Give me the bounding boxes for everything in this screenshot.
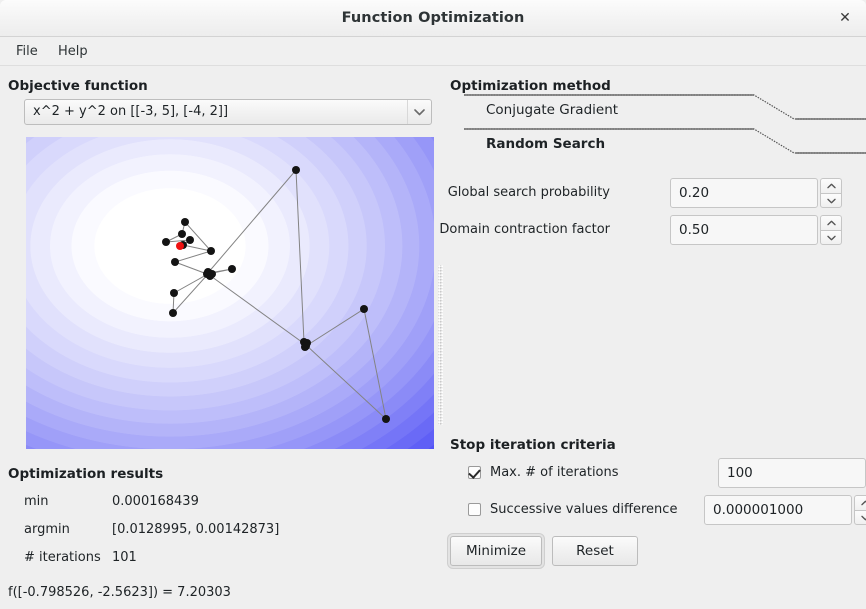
result-key: argmin: [24, 522, 70, 537]
spinner-buttons: [820, 178, 842, 208]
result-key: min: [24, 494, 49, 509]
right-panel: Optimization method Conjugate Gradient R…: [439, 66, 866, 609]
objective-function-label: Objective function: [8, 78, 148, 94]
successive-values-label[interactable]: Successive values difference: [490, 495, 677, 525]
optimization-results-label: Optimization results: [8, 466, 164, 482]
contour-plot[interactable]: [26, 137, 434, 449]
spinner-value[interactable]: 100: [718, 458, 866, 488]
menu-bar: File Help: [0, 37, 866, 66]
method-label[interactable]: Random Search: [486, 131, 605, 158]
menu-item-help[interactable]: Help: [50, 37, 96, 66]
stop-criteria-label: Stop iteration criteria: [450, 437, 616, 453]
result-value: [0.0128995, 0.00142873]: [112, 522, 280, 537]
stop-criteria-row-max-iterations: Max. # of iterations 100: [468, 458, 866, 488]
successive-values-spinner[interactable]: 0.000001000: [704, 495, 866, 525]
chevron-up-icon[interactable]: [854, 495, 866, 510]
spinner-buttons: [820, 215, 842, 245]
close-icon[interactable]: ✕: [834, 8, 856, 29]
minimize-button[interactable]: Minimize: [450, 536, 542, 566]
title-bar: Function Optimization ✕: [0, 0, 866, 37]
reset-button[interactable]: Reset: [552, 536, 638, 566]
result-value: 101: [112, 550, 137, 565]
param-row-domain-contraction-factor: Domain contraction factor 0.50: [439, 215, 842, 245]
stop-criteria-row-successive-values: Successive values difference 0.000001000: [468, 495, 866, 525]
method-item-conjugate-gradient[interactable]: Conjugate Gradient: [464, 94, 866, 126]
menu-item-file[interactable]: File: [8, 37, 46, 66]
global-search-probability-spinner[interactable]: 0.20: [670, 178, 842, 208]
param-label: Global search probability: [447, 185, 610, 200]
objective-function-select[interactable]: x^2 + y^2 on [[-3, 5], [-4, 2]]: [24, 99, 432, 125]
chevron-down-icon[interactable]: [820, 230, 842, 245]
splitter-grip: [438, 265, 443, 425]
max-iterations-spinner[interactable]: 100: [718, 458, 866, 488]
spinner-value[interactable]: 0.50: [670, 215, 818, 245]
result-key: # iterations: [24, 550, 101, 565]
spinner-value[interactable]: 0.000001000: [704, 495, 852, 525]
method-label[interactable]: Conjugate Gradient: [486, 97, 618, 124]
contour-plot-canvas: [26, 137, 434, 449]
chevron-up-icon[interactable]: [820, 215, 842, 230]
successive-values-checkbox[interactable]: [468, 503, 481, 516]
window-title: Function Optimization: [341, 10, 525, 26]
panel-splitter[interactable]: [437, 70, 444, 595]
chevron-down-icon[interactable]: [820, 193, 842, 208]
domain-contraction-factor-spinner[interactable]: 0.50: [670, 215, 842, 245]
param-label: Domain contraction factor: [439, 222, 610, 237]
application-window: Function Optimization ✕ File Help Object…: [0, 0, 866, 609]
chevron-down-icon: [407, 100, 431, 124]
param-row-global-search-probability: Global search probability 0.20: [448, 178, 842, 208]
minimum-marker: [176, 242, 184, 250]
spinner-buttons: [854, 495, 866, 525]
max-iterations-label[interactable]: Max. # of iterations: [490, 458, 619, 488]
status-bar-text: f([-0.798526, -2.5623]) = 7.20303: [8, 585, 231, 600]
spinner-value[interactable]: 0.20: [670, 178, 818, 208]
max-iterations-checkbox[interactable]: [468, 466, 481, 479]
chevron-up-icon[interactable]: [820, 178, 842, 193]
left-panel: Objective function x^2 + y^2 on [[-3, 5]…: [0, 66, 436, 609]
objective-function-value: x^2 + y^2 on [[-3, 5], [-4, 2]]: [33, 104, 229, 119]
method-item-random-search[interactable]: Random Search: [464, 128, 866, 160]
optimization-method-label: Optimization method: [450, 78, 611, 94]
chevron-down-icon[interactable]: [854, 510, 866, 525]
result-value: 0.000168439: [112, 494, 199, 509]
